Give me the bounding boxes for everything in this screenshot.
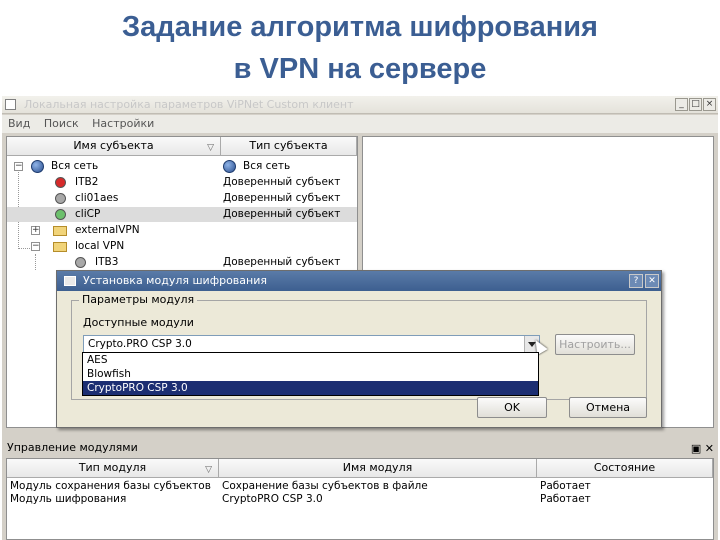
tree-item-type: Доверенный субъект bbox=[223, 192, 341, 204]
tree-item-type: Доверенный субъект bbox=[223, 256, 341, 268]
expand-icon[interactable]: + bbox=[31, 226, 40, 235]
tree-item-type: Доверенный субъект bbox=[223, 208, 341, 220]
group-label: Параметры модуля bbox=[79, 293, 198, 306]
cancel-button[interactable]: Отмена bbox=[569, 397, 647, 418]
module-state-cell: Работает bbox=[540, 493, 591, 505]
minimize-button[interactable]: _ bbox=[675, 98, 688, 111]
green-status-icon bbox=[55, 209, 66, 220]
table-row[interactable]: Модуль сохранения базы субъектов Сохране… bbox=[7, 480, 713, 493]
dropdown-option-selected[interactable]: CryptoPRO CSP 3.0 bbox=[83, 381, 538, 395]
tree-item-name: cliCP bbox=[75, 208, 101, 220]
menu-bar: Вид Поиск Настройки bbox=[2, 115, 718, 133]
dialog-title: Установка модуля шифрования bbox=[83, 274, 267, 287]
restore-icon[interactable]: ▣ bbox=[691, 442, 701, 455]
dialog-help-button[interactable]: ? bbox=[629, 274, 643, 288]
dropdown-option[interactable]: AES bbox=[83, 353, 538, 367]
tree-row[interactable]: + externalVPN bbox=[7, 223, 357, 238]
column-header-module-type[interactable]: Тип модуля ▽ bbox=[7, 459, 219, 478]
configure-button[interactable]: Настроить... bbox=[555, 334, 635, 355]
close-button[interactable]: × bbox=[703, 98, 716, 111]
column-header-name-label: Имя субъекта bbox=[73, 139, 154, 152]
module-name-cell: Сохранение базы субъектов в файле bbox=[222, 480, 428, 492]
column-header-type-label: Тип субъекта bbox=[249, 139, 328, 152]
filter-icon[interactable]: ▽ bbox=[205, 461, 212, 479]
modules-panel-title: Управление модулями bbox=[7, 441, 138, 454]
module-state-cell: Работает bbox=[540, 480, 591, 492]
module-dropdown-list: AES Blowfish CryptoPRO CSP 3.0 bbox=[82, 352, 539, 396]
tree-item-type: Доверенный субъект bbox=[223, 176, 341, 188]
column-header-type[interactable]: Тип субъекта bbox=[221, 137, 357, 156]
menu-view[interactable]: Вид bbox=[2, 115, 34, 130]
column-header-module-type-label: Тип модуля bbox=[78, 461, 147, 474]
gray-status-icon bbox=[75, 257, 86, 268]
column-header-name[interactable]: Имя субъекта ▽ bbox=[7, 137, 221, 156]
gray-status-icon bbox=[55, 193, 66, 204]
window-title: Локальная настройка параметров ViPNet Cu… bbox=[24, 98, 354, 111]
encryption-module-dialog: Установка модуля шифрования ? ✕ Параметр… bbox=[56, 270, 662, 428]
tree-row[interactable]: ITB3 Доверенный субъект bbox=[7, 255, 357, 270]
tree-row[interactable]: ITB2 Доверенный субъект bbox=[7, 175, 357, 190]
app-icon bbox=[5, 99, 16, 110]
tree-item-name: ITB2 bbox=[75, 176, 99, 188]
module-select[interactable]: Crypto.PRO CSP 3.0 bbox=[83, 335, 540, 353]
collapse-icon[interactable]: − bbox=[31, 242, 40, 251]
module-type-cell: Модуль сохранения базы субъектов bbox=[10, 480, 211, 492]
module-name-cell: CryptoPRO CSP 3.0 bbox=[222, 493, 323, 505]
column-header-module-name-label: Имя модуля bbox=[342, 461, 413, 474]
slide-title-line2: в VPN на сервере bbox=[233, 53, 487, 85]
window-titlebar: Локальная настройка параметров ViPNet Cu… bbox=[2, 96, 718, 114]
maximize-button[interactable]: □ bbox=[689, 98, 702, 111]
globe-icon bbox=[223, 160, 236, 173]
column-header-module-name[interactable]: Имя модуля bbox=[219, 459, 537, 478]
tree-row-selected[interactable]: cliCP Доверенный субъект bbox=[7, 207, 357, 222]
slide-title: Задание алгоритма шифрования в VPN на се… bbox=[0, 6, 720, 90]
close-icon[interactable]: ✕ bbox=[705, 442, 714, 455]
tree-row[interactable]: cli01aes Доверенный субъект bbox=[7, 191, 357, 206]
globe-icon bbox=[31, 160, 44, 173]
tree-item-type: Вся сеть bbox=[243, 160, 291, 172]
module-select-value: Crypto.PRO CSP 3.0 bbox=[88, 338, 192, 350]
menu-search[interactable]: Поиск bbox=[38, 115, 83, 130]
table-row[interactable]: Модуль шифрования CryptoPRO CSP 3.0 Рабо… bbox=[7, 493, 713, 506]
module-type-cell: Модуль шифрования bbox=[10, 493, 127, 505]
tree-row[interactable]: − Вся сеть Вся сеть bbox=[7, 159, 357, 174]
tree-row[interactable]: − local VPN bbox=[7, 239, 357, 254]
slide-title-line1: Задание алгоритма шифрования bbox=[122, 11, 598, 43]
column-header-state[interactable]: Состояние bbox=[537, 459, 713, 478]
tree-item-name: ITB3 bbox=[95, 256, 119, 268]
dialog-titlebar: Установка модуля шифрования ? ✕ bbox=[57, 271, 661, 291]
tree-item-name: Вся сеть bbox=[51, 160, 99, 172]
modules-panel-controls: ▣ ✕ bbox=[691, 442, 714, 455]
available-modules-label: Доступные модули bbox=[83, 316, 194, 329]
folder-icon bbox=[53, 242, 67, 252]
folder-icon bbox=[53, 226, 67, 236]
column-header-state-label: Состояние bbox=[593, 461, 656, 474]
dropdown-option[interactable]: Blowfish bbox=[83, 367, 538, 381]
menu-settings[interactable]: Настройки bbox=[86, 115, 158, 130]
dialog-icon bbox=[64, 276, 76, 286]
modules-table: Тип модуля ▽ Имя модуля Состояние Модуль… bbox=[6, 458, 714, 540]
filter-icon[interactable]: ▽ bbox=[207, 139, 214, 157]
dialog-close-button[interactable]: ✕ bbox=[645, 274, 659, 288]
red-status-icon bbox=[55, 177, 66, 188]
tree-item-name: cli01aes bbox=[75, 192, 119, 204]
tree-item-name: externalVPN bbox=[75, 224, 140, 236]
collapse-icon[interactable]: − bbox=[14, 162, 23, 171]
tree-item-name: local VPN bbox=[75, 240, 125, 252]
ok-button[interactable]: OK bbox=[477, 397, 547, 418]
